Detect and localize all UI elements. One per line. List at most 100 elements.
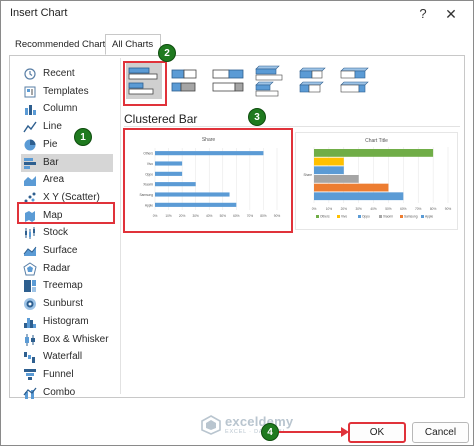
chart-2-x-tick-label: 10% [326,207,333,211]
dialog-title: Insert Chart [10,7,68,19]
bar-selection-highlight [17,202,115,224]
panel-divider [120,58,121,394]
subtype-title: Clustered Bar [124,112,198,126]
sidebar-item-recent[interactable]: Recent [21,65,113,83]
chart-2-bar [314,166,344,175]
chart-2-legend-swatch [358,215,361,218]
sunburst-chart-icon [24,298,36,311]
sidebar-item-label: Histogram [43,315,89,327]
sidebar-item-combo[interactable]: Combo [21,384,113,402]
step-badge-4: 4 [261,423,279,441]
pointer-arrow-shaft [279,431,347,433]
chart-2-x-tick-label: 80% [430,207,437,211]
chart-2-legend-label: Samsung [404,215,418,219]
tab-recommended-charts[interactable]: Recommended Charts [9,35,110,55]
sidebar-item-sunburst[interactable]: Sunburst [21,295,113,313]
chart-2-bar [314,183,389,192]
3d-100-stacked-bar-icon [340,67,369,93]
radar-chart-icon [23,262,37,276]
insert-chart-dialog: Insert Chart ? ✕ Recommended Charts All … [0,0,474,446]
chart-2-legend-swatch [421,215,424,218]
sidebar-item-funnel[interactable]: Funnel [21,366,113,384]
title-bar: Insert Chart ? ✕ [1,1,473,27]
sidebar-item-templates[interactable]: Templates [21,83,113,101]
waterfall-chart-icon [24,352,35,364]
recent-icon [24,68,36,80]
sidebar-item-radar[interactable]: Radar [21,260,113,278]
sidebar-item-label: Funnel [43,368,74,380]
chart-2-bar [314,175,359,183]
clustered-bar-series-preview-chart: Chart Title 0% 10% 20% 30% 40% 50% 60% 70% 80% 90%… [303,138,452,219]
sidebar-item-label: Treemap [43,280,83,292]
chart-2-bar [314,192,404,201]
subtype-3d-clustered-bar[interactable] [252,63,288,99]
3d-stacked-bar-icon [299,67,326,93]
stacked-bar-icon [171,69,197,92]
close-button[interactable]: ✕ [441,4,461,24]
sidebar-item-surface[interactable]: Surface [21,242,113,260]
watermark-name: exceldemy [225,414,294,429]
sidebar-item-column[interactable]: Column [21,100,113,118]
sidebar-item-histogram[interactable]: Histogram [21,313,113,331]
sidebar-item-waterfall[interactable]: Waterfall [21,348,113,366]
sidebar-item-label: Sunburst [43,298,84,310]
subtype-stacked-bar[interactable] [168,63,204,99]
chart-2-x-tick-label: 70% [415,207,422,211]
chart-2-x-tick-label: 90% [445,207,452,211]
chart-2-x-tick-label: 60% [400,207,407,211]
chart-2-bar [314,149,434,157]
chart-2-title: Chart Title [365,138,388,144]
help-button[interactable]: ? [413,4,433,24]
chart-2-legend-label: Oppo [362,215,370,219]
chart-2-x-tick-label: 40% [370,207,377,211]
sidebar-item-pie[interactable]: Pie [21,136,113,154]
sidebar-item-stock[interactable]: Stock [21,224,113,242]
step-badge-1: 1 [74,128,92,146]
subtype-3d-100-stacked-bar[interactable] [336,63,372,99]
subtype-100-stacked-bar[interactable] [210,63,246,99]
surface-chart-icon [23,246,37,256]
chart-2-category-label: Share [303,173,312,177]
sidebar-item-label: Waterfall [43,351,83,363]
chart-2-x-tick-label: 30% [355,207,362,211]
preview-selection-highlight [123,128,293,233]
chart-2-legend-label: Xiaomi [383,215,393,219]
bar-chart-icon [24,157,36,169]
sidebar-item-line[interactable]: Line [21,118,113,136]
subtype-title-rule [124,126,460,127]
exceldemy-logo-icon [201,415,221,435]
sidebar-item-label: Area [43,174,65,186]
line-chart-icon [23,121,37,133]
chart-2-legend-label: Vivo [341,215,347,219]
chart-2-x-tick-label: 0% [312,207,317,211]
all-charts-panel: Recent Templates Column Line Pie Bar Area X Y (… [9,56,465,399]
ok-button[interactable]: OK [348,422,406,443]
chart-2-legend-swatch [400,215,403,218]
chart-2-x-tick-label: 20% [341,207,348,211]
templates-icon [24,86,36,98]
sidebar-item-bar[interactable]: Bar [21,153,113,172]
chart-2-legend-swatch [337,215,340,218]
funnel-chart-icon [24,368,36,380]
sidebar-item-label: Line [43,121,62,133]
subtype-selection-highlight [123,61,167,106]
histogram-chart-icon [24,317,36,328]
sidebar-item-box-whisker[interactable]: Box & Whisker [21,331,113,349]
combo-chart-icon [23,387,37,399]
tab-all-charts[interactable]: All Charts [105,34,161,55]
sidebar-item-label: Radar [43,262,71,274]
column-chart-icon [25,105,36,116]
chart-preview-2[interactable]: Chart Title 0% 10% 20% 30% 40% 50% 60% 70% 80% 90%… [295,132,458,230]
chart-type-list: Recent Templates Column Line Pie Bar Area X Y (… [15,58,113,399]
sidebar-item-label: Combo [43,386,76,398]
sidebar-item-treemap[interactable]: Treemap [21,277,113,295]
area-chart-icon [24,176,36,187]
treemap-chart-icon [24,280,36,293]
sidebar-item-area[interactable]: Area [21,171,113,189]
sidebar-item-label: Column [43,103,78,115]
cancel-button[interactable]: Cancel [412,422,469,443]
subtype-3d-stacked-bar[interactable] [294,63,330,99]
chart-2-x-tick-label: 50% [385,207,392,211]
pie-chart-icon [24,139,36,151]
sidebar-item-label: Pie [43,138,58,150]
